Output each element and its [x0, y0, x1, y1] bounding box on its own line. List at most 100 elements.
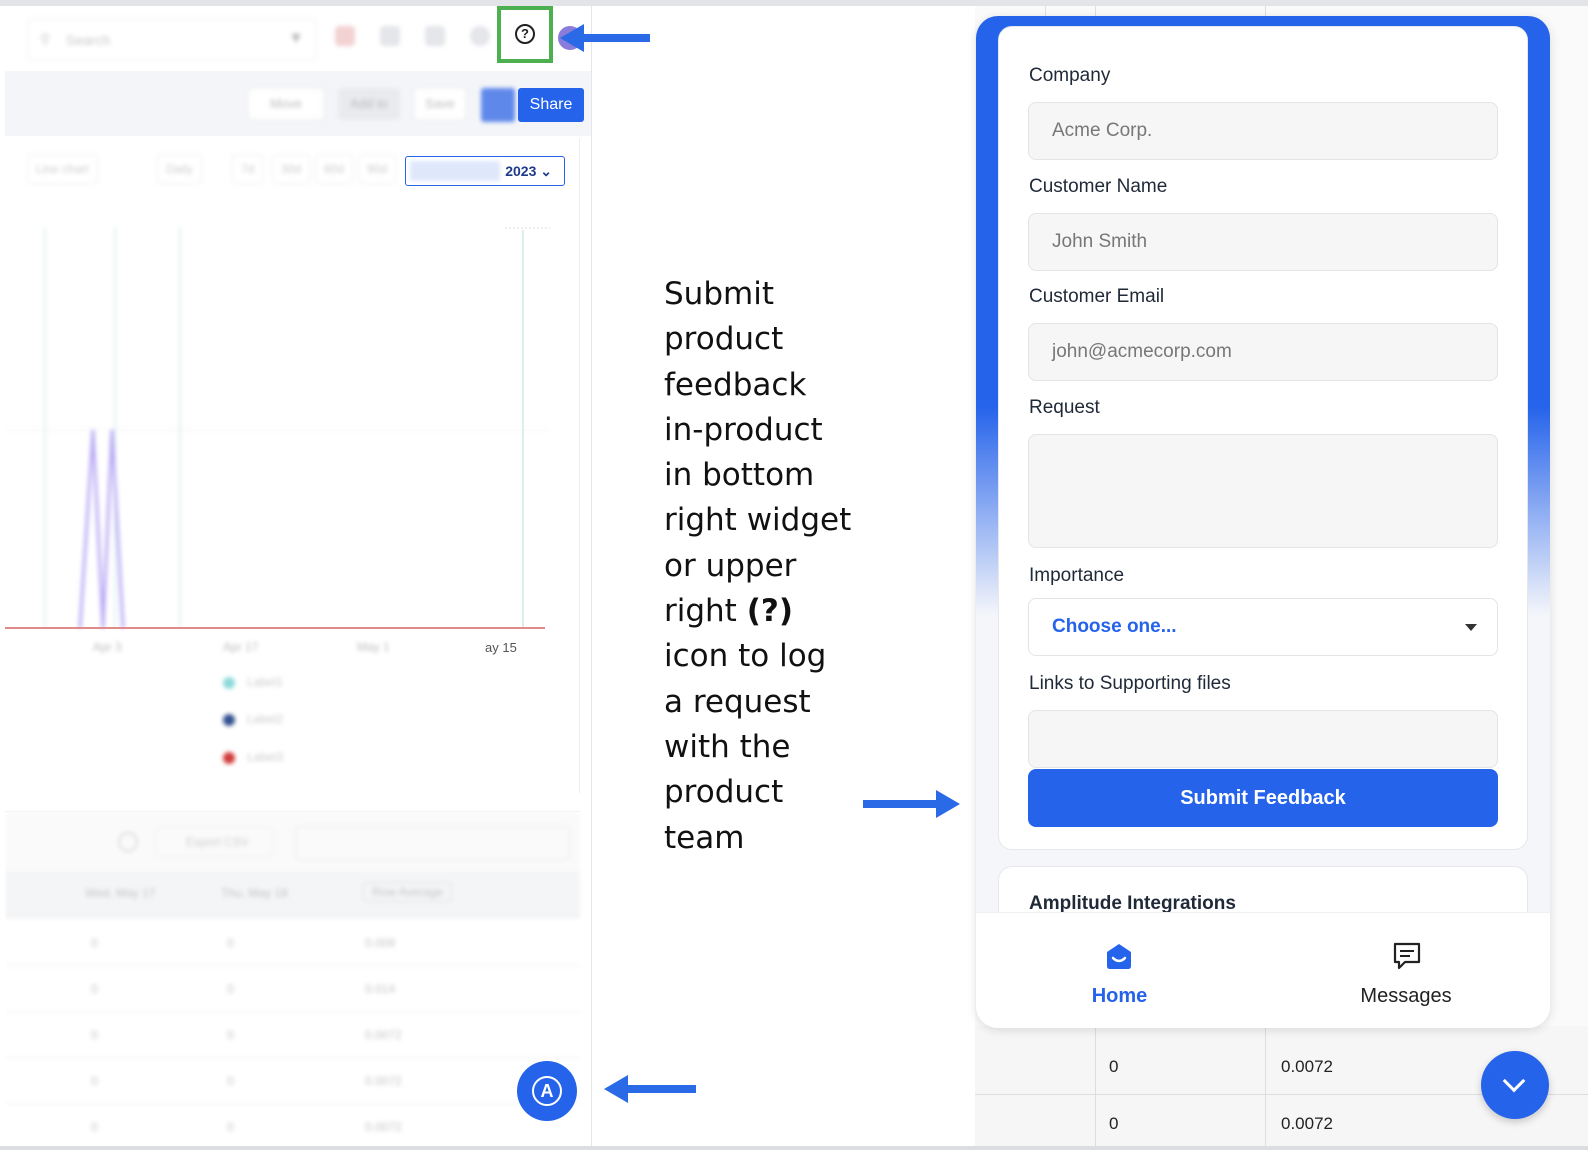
- legend-item[interactable]: Label2: [223, 712, 283, 726]
- table-cell: 0.014: [365, 982, 396, 996]
- table-search-input[interactable]: [295, 826, 570, 860]
- settings-icon[interactable]: [470, 26, 490, 46]
- arrow-to-help-icon: [560, 24, 650, 52]
- table-cell: 0: [91, 936, 98, 950]
- notification-icon[interactable]: [335, 26, 355, 46]
- date-range-label: 2023 ⌄: [505, 163, 552, 179]
- table-cell: 0: [91, 1028, 98, 1042]
- top-bar: ⚲ Search ▼ ?: [5, 6, 591, 66]
- table-cell: 0: [91, 1074, 98, 1088]
- table-cell: 0.0072: [365, 1120, 402, 1134]
- legend-swatch: [223, 751, 235, 764]
- table-toolbar: Export CSV: [5, 812, 580, 870]
- table-cell: 0.0072: [1281, 1057, 1333, 1076]
- help-icon[interactable]: ?: [515, 24, 535, 44]
- table-row: 0 0 0.0072: [5, 1058, 580, 1104]
- legend-item[interactable]: Label3: [223, 750, 283, 764]
- caret-down-icon: [1465, 624, 1477, 631]
- info-icon[interactable]: [118, 832, 138, 852]
- range-60d[interactable]: 60d: [315, 154, 354, 184]
- customer-email-label: Customer Email: [1029, 286, 1165, 307]
- document-icon[interactable]: [380, 26, 400, 46]
- nav-home-label: Home: [1091, 985, 1148, 1007]
- feedback-launcher-button[interactable]: A: [517, 1061, 577, 1121]
- move-button[interactable]: Move: [248, 88, 324, 120]
- x-tick: May 1: [357, 640, 390, 654]
- instruction-line: or upper: [664, 547, 797, 584]
- table-cell: 0: [1109, 1057, 1119, 1076]
- save-button[interactable]: Save: [414, 88, 466, 120]
- date-range-dropdown[interactable]: 2023 ⌄: [405, 156, 565, 186]
- request-textarea[interactable]: [1028, 434, 1498, 548]
- x-tick: Apr 17: [223, 640, 259, 654]
- table-cell: 0: [91, 1120, 98, 1134]
- grid-icon[interactable]: [425, 26, 445, 46]
- feedback-form: Company Acme Corp. Customer Name John Sm…: [998, 26, 1528, 850]
- importance-select[interactable]: Choose one...: [1028, 598, 1498, 656]
- x-tick: Apr 3: [93, 640, 122, 654]
- analytics-app-panel: ⚲ Search ▼ ? Move Add to Save Share Line…: [5, 6, 592, 1146]
- instruction-line: in bottom: [664, 457, 815, 494]
- table-row: 0 0 0.0072: [5, 1104, 580, 1146]
- table-cell: 0: [227, 982, 234, 996]
- home-icon: [1107, 944, 1131, 969]
- table-cell: 0: [227, 1028, 234, 1042]
- customer-email-field[interactable]: john@acmecorp.com: [1028, 323, 1498, 381]
- date-range-blurred: [410, 161, 500, 181]
- instruction-line: team: [664, 819, 745, 856]
- table-cell: 0: [1109, 1114, 1119, 1133]
- feedback-widget: Company Acme Corp. Customer Name John Sm…: [976, 16, 1550, 1028]
- widget-bottom-nav: Home Messages: [976, 912, 1550, 1028]
- table-row: 0 0 0.0072: [5, 1012, 580, 1058]
- chevron-down-icon: [1502, 1069, 1526, 1093]
- links-field[interactable]: [1028, 710, 1498, 768]
- column-header[interactable]: Thu, May 18: [221, 886, 288, 900]
- instruction-line: product: [664, 774, 784, 811]
- chart-type-dropdown[interactable]: Line chart: [27, 154, 98, 184]
- search-input[interactable]: ⚲ Search ▼: [27, 18, 317, 60]
- instruction-line: with the: [664, 728, 791, 765]
- help-icon-highlight: ?: [497, 6, 553, 63]
- instruction-line: a request: [664, 683, 811, 720]
- range-90d[interactable]: 90d: [358, 154, 397, 184]
- range-30d[interactable]: 30d: [272, 154, 311, 184]
- instruction-help-symbol: (?): [746, 593, 794, 630]
- search-placeholder: Search: [66, 32, 111, 48]
- divider: [1265, 1026, 1266, 1146]
- legend-swatch: [223, 676, 235, 689]
- add-to-button[interactable]: Add to: [338, 88, 400, 120]
- table-cell: 0.0072: [365, 1074, 402, 1088]
- export-csv-button[interactable]: Export CSV: [155, 827, 273, 857]
- instruction-line: in-product: [664, 411, 823, 448]
- chart-card: Line chart Daily 7d 30d 60d 90d 2023 ⌄ A…: [5, 138, 580, 793]
- row-average-dropdown[interactable]: Row Average: [363, 882, 453, 902]
- interval-dropdown[interactable]: Daily: [157, 154, 202, 184]
- table-header-row: Wed, May 17 Thu, May 18 Row Average: [5, 870, 580, 918]
- customer-name-label: Customer Name: [1029, 176, 1168, 197]
- submit-feedback-button[interactable]: Submit Feedback: [1028, 769, 1498, 827]
- legend-item[interactable]: Label1: [223, 675, 283, 689]
- nav-home[interactable]: Home: [1062, 933, 1177, 1018]
- close-widget-button[interactable]: [1481, 1051, 1549, 1119]
- instruction-line: Submit: [664, 276, 774, 312]
- legend-swatch: [223, 713, 235, 726]
- importance-label: Importance: [1029, 565, 1125, 586]
- search-icon: ⚲: [40, 31, 51, 47]
- table-cell: 0: [91, 982, 98, 996]
- range-7d[interactable]: 7d: [232, 154, 264, 184]
- edit-button[interactable]: [481, 88, 515, 122]
- share-button[interactable]: Share: [518, 88, 584, 122]
- company-field[interactable]: Acme Corp.: [1028, 102, 1498, 160]
- table-cell: 0.009: [365, 936, 396, 950]
- nav-messages[interactable]: Messages: [1346, 933, 1466, 1018]
- customer-name-field[interactable]: John Smith: [1028, 213, 1498, 271]
- data-table-card: Export CSV Wed, May 17 Thu, May 18 Row A…: [5, 811, 580, 1146]
- chart-grid: [5, 228, 550, 629]
- filter-icon[interactable]: ▼: [288, 30, 304, 48]
- table-cell: 0.0072: [1281, 1114, 1333, 1133]
- importance-value: Choose one...: [1052, 616, 1177, 637]
- instruction-line: icon to log: [664, 638, 827, 675]
- column-header[interactable]: Wed, May 17: [85, 886, 155, 900]
- instruction-line: feedback: [664, 366, 807, 403]
- links-label: Links to Supporting files: [1029, 673, 1231, 694]
